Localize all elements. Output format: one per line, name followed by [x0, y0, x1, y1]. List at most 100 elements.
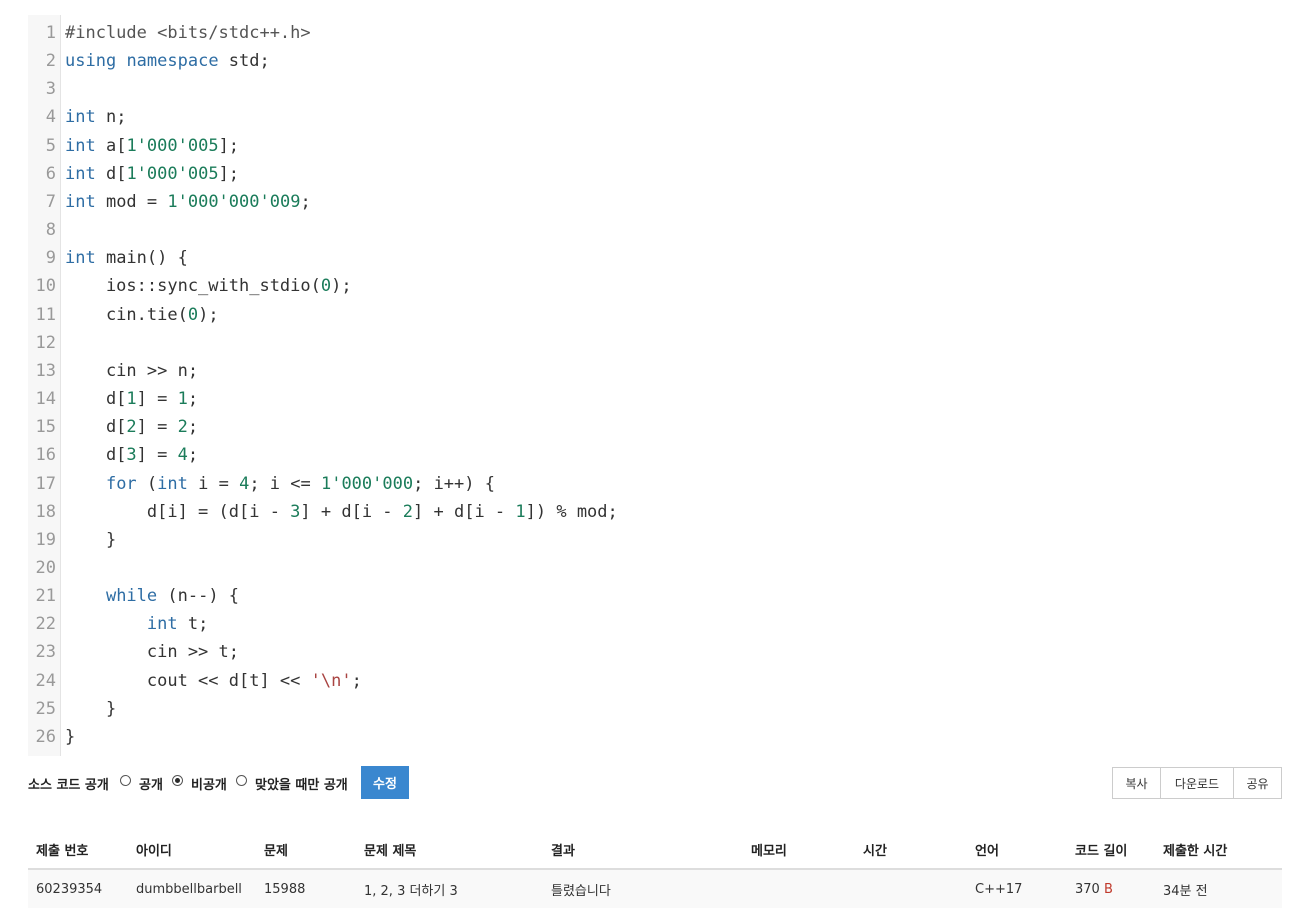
line-number: 18: [35, 501, 56, 522]
code-text: d[1] = 1;: [65, 385, 198, 413]
code-text: using namespace std;: [65, 47, 270, 75]
code-token: mod =: [95, 191, 168, 212]
code-length-unit: B: [1103, 881, 1113, 897]
code-text: cin >> n;: [65, 357, 198, 385]
code-text: for (int i = 4; i <= 1'000'000; i++) {: [65, 470, 495, 498]
line-number: 17: [35, 473, 56, 494]
code-token: );: [331, 276, 352, 297]
code-line: 19 }: [28, 526, 1282, 554]
source-code-viewer: 1 #include <bits/stdc++.h> 2 using namespac…: [28, 15, 1282, 756]
line-number: 20: [35, 557, 56, 578]
header-memory: 메모리: [743, 830, 855, 870]
table-header-row: 제출 번호 아이디 문제 문제 제목 결과 메모리 시간 언어 코드 길이 제출…: [28, 830, 1282, 870]
code-token: cin >> n;: [65, 360, 199, 381]
code-token: ;: [187, 389, 199, 410]
code-line: 22 int t;: [28, 610, 1282, 638]
save-button[interactable]: 수정: [361, 766, 409, 799]
code-line: 11 cin.tie(0);: [28, 301, 1282, 329]
code-token: namespace: [126, 51, 219, 72]
code-token: d[: [65, 389, 127, 410]
code-token: ;: [187, 445, 199, 466]
code-token: int: [65, 191, 96, 212]
line-number: 2: [45, 51, 56, 72]
code-text: cout << d[t] << '\n';: [65, 667, 362, 695]
code-token: 1: [126, 389, 137, 410]
code-token: ] =: [136, 445, 178, 466]
share-button[interactable]: 공유: [1233, 767, 1282, 799]
code-text: int t;: [65, 610, 208, 638]
code-token: 3: [126, 445, 137, 466]
code-line: 2 using namespace std;: [28, 47, 1282, 75]
code-line: 24 cout << d[t] << '\n';: [28, 667, 1282, 695]
header-problem: 문제: [256, 830, 356, 870]
code-line: 23 cin >> t;: [28, 638, 1282, 666]
code-text: int mod = 1'000'000'009;: [65, 188, 311, 216]
header-problem-title: 문제 제목: [356, 830, 543, 870]
code-token: ] =: [136, 389, 178, 410]
code-token: int: [65, 135, 96, 156]
copy-button[interactable]: 복사: [1112, 767, 1161, 799]
line-number: 22: [35, 614, 56, 635]
code-token: int: [65, 248, 96, 269]
line-number: 25: [35, 698, 56, 719]
code-token: 2: [126, 417, 137, 438]
code-length-value: 370: [1075, 881, 1100, 897]
cell-time: [855, 869, 967, 908]
cell-problem-link[interactable]: 15988: [256, 869, 356, 908]
code-token: );: [198, 304, 219, 325]
code-token: int: [65, 163, 96, 184]
code-line: 17 for (int i = 4; i <= 1'000'000; i++) …: [28, 470, 1282, 498]
code-token: 2: [402, 501, 414, 522]
header-result: 결과: [543, 830, 743, 870]
code-text: d[i] = (d[i - 3] + d[i - 2] + d[i - 1]) …: [65, 498, 618, 526]
line-number: 9: [45, 248, 56, 269]
table-row: 60239354 dumbbellbarbell 15988 1, 2, 3 더…: [28, 869, 1282, 908]
code-token: int: [65, 107, 96, 128]
code-token: #include <bits/stdc++.h>: [65, 23, 311, 43]
code-token: i =: [187, 473, 240, 494]
code-token: 1'000'000: [320, 473, 414, 494]
cell-submitted-time[interactable]: 34분 전: [1155, 869, 1282, 908]
header-submitted-time: 제출한 시간: [1155, 830, 1282, 870]
cell-user-link[interactable]: dumbbellbarbell: [128, 869, 256, 908]
code-token: ];: [218, 163, 240, 184]
code-token: (n--) {: [157, 586, 240, 607]
submission-table: 제출 번호 아이디 문제 문제 제목 결과 메모리 시간 언어 코드 길이 제출…: [28, 830, 1282, 908]
code-token: ; i <=: [249, 473, 321, 494]
code-text: while (n--) {: [65, 582, 239, 610]
code-token: 4: [239, 473, 250, 494]
code-line: 9 int main() {: [28, 244, 1282, 272]
code-token: std;: [218, 51, 270, 72]
code-text: }: [65, 723, 75, 751]
line-number: 12: [35, 332, 56, 353]
code-token: ] =: [136, 417, 178, 438]
radio-public-if-correct[interactable]: [236, 775, 247, 786]
code-token: ;: [187, 417, 199, 438]
code-action-buttons: 복사 다운로드 공유: [1112, 767, 1282, 799]
download-button[interactable]: 다운로드: [1160, 767, 1234, 799]
line-number: 6: [45, 163, 56, 184]
code-line: 13 cin >> n;: [28, 357, 1282, 385]
code-token: cin >> t;: [65, 642, 239, 663]
radio-public[interactable]: [120, 775, 131, 786]
code-line: 4 int n;: [28, 103, 1282, 131]
code-text: int n;: [65, 103, 126, 131]
code-token: ] + d[i -: [300, 501, 403, 522]
code-token: d[: [65, 417, 127, 438]
cell-result: 틀렸습니다: [543, 869, 743, 908]
code-line: 16 d[3] = 4;: [28, 441, 1282, 469]
line-number: 26: [35, 726, 56, 747]
code-line: 10 ios::sync_with_stdio(0);: [28, 272, 1282, 300]
line-number: 14: [35, 389, 56, 410]
line-number: 15: [35, 417, 56, 438]
radio-private[interactable]: [172, 775, 183, 786]
line-number: 8: [45, 220, 56, 241]
radio-public-label: 공개: [139, 778, 163, 793]
line-number: 21: [35, 586, 56, 607]
code-token: ; i++) {: [413, 473, 495, 494]
code-line: 7 int mod = 1'000'000'009;: [28, 188, 1282, 216]
code-token: cout << d[t] <<: [65, 670, 311, 691]
line-number: 10: [35, 276, 56, 297]
code-line: 5 int a[1'000'005];: [28, 132, 1282, 160]
